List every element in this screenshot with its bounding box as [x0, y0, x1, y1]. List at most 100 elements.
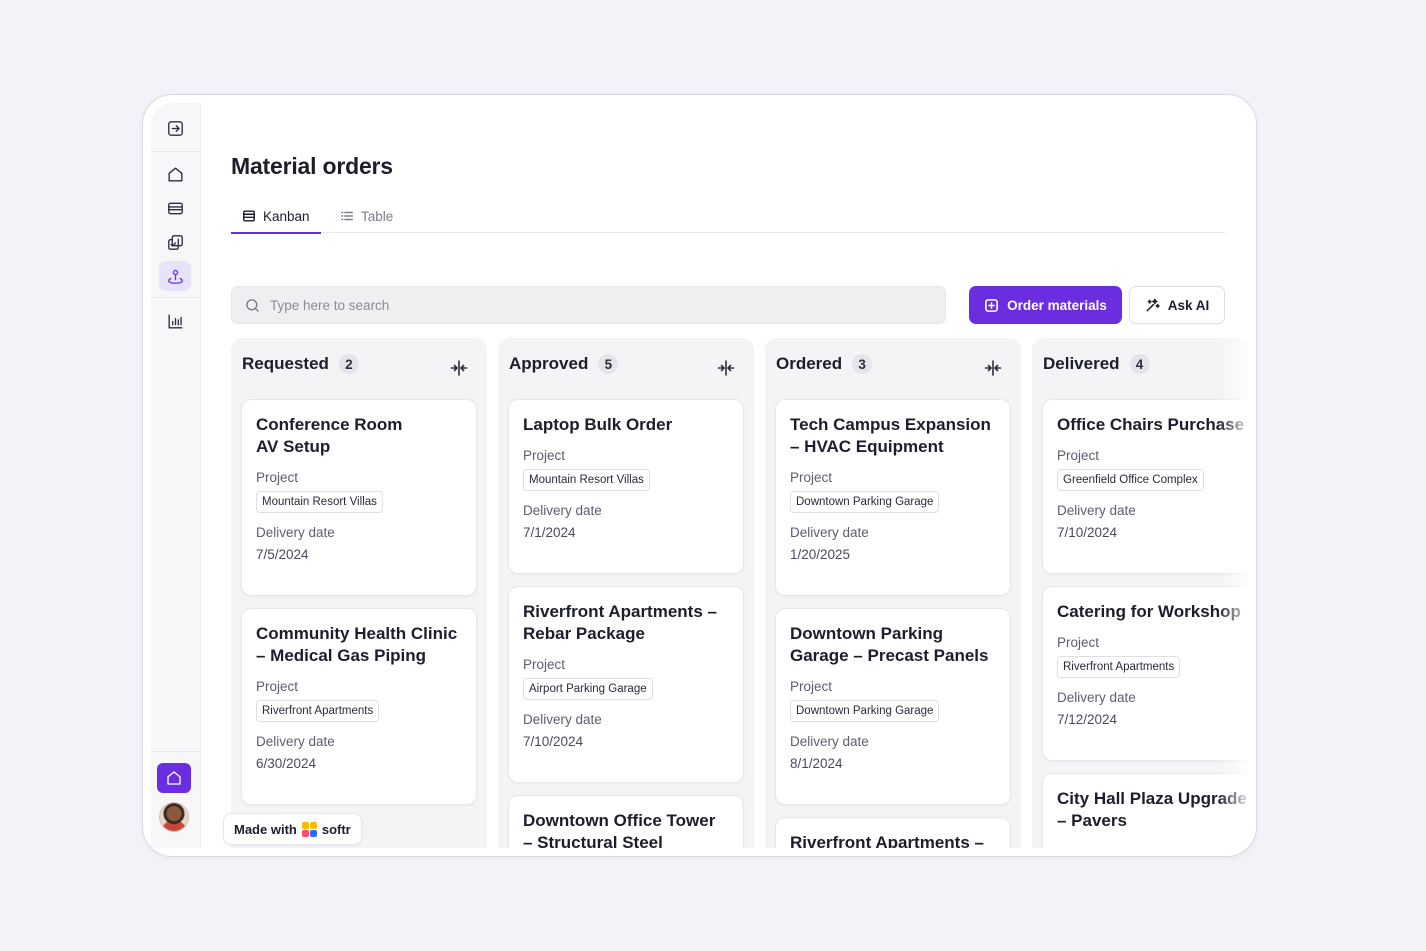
card-icon — [167, 202, 183, 214]
order-card[interactable]: Riverfront Apartments – — [775, 817, 1011, 848]
app-content: Material orders Kanban Table Order mater… — [151, 103, 1248, 848]
card-title: Laptop Bulk Order — [523, 415, 673, 434]
order-card[interactable]: Catering for Workshop Project Riverfront… — [1042, 586, 1248, 761]
card-title: Conference Room AV Setup — [256, 415, 403, 456]
card-title: Office Chairs Purchase — [1057, 415, 1245, 434]
delivery-date-value: 8/1/2024 — [790, 756, 843, 771]
delivery-date-value: 7/5/2024 — [256, 547, 309, 562]
card-title: Tech Campus Expansion – HVAC Equipment — [790, 415, 991, 456]
collapse-icon — [450, 360, 468, 376]
sidebar-item-tasks[interactable] — [159, 227, 191, 257]
tab-kanban-label: Kanban — [263, 208, 310, 224]
collapse-icon — [984, 360, 1002, 376]
delivery-date-label: Delivery date — [523, 712, 602, 727]
expand-sidebar-button[interactable] — [159, 113, 191, 143]
softr-brand-label: softr — [321, 821, 351, 837]
joystick-icon — [167, 269, 183, 284]
expand-sidebar-icon — [167, 120, 183, 136]
sidebar-item-material-orders[interactable] — [159, 261, 191, 291]
order-card[interactable]: Conference Room AV Setup Project Mountai… — [241, 399, 477, 596]
delivery-date-value: 7/10/2024 — [1057, 525, 1118, 540]
delivery-date-value: 6/30/2024 — [256, 756, 317, 771]
order-materials-label: Order materials — [1007, 297, 1107, 313]
column-header: Delivered 4 — [1043, 354, 1150, 374]
page-title: Material orders — [231, 153, 393, 179]
sidebar-divider — [151, 297, 201, 298]
ask-ai-button[interactable]: Ask AI — [1129, 286, 1225, 324]
column-title: Ordered — [776, 354, 843, 373]
column-header: Approved 5 — [509, 354, 619, 374]
app-window: Material orders Kanban Table Order mater… — [142, 94, 1257, 857]
column-title: Requested — [242, 354, 329, 373]
app-logo-icon — [167, 771, 181, 785]
project-label: Project — [1057, 448, 1100, 463]
order-card[interactable]: Downtown Office Tower – Structural Steel — [508, 795, 744, 848]
column-count-badge: 5 — [598, 354, 619, 374]
card-title: Community Health Clinic – Medical Gas Pi… — [256, 624, 458, 665]
card-title: Riverfront Apartments – — [790, 833, 984, 848]
order-card[interactable]: Riverfront Apartments – Rebar Package Pr… — [508, 586, 744, 783]
project-label: Project — [790, 679, 833, 694]
ask-ai-label: Ask AI — [1167, 297, 1210, 313]
project-label: Project — [256, 470, 299, 485]
made-with-softr-badge[interactable]: Made with softr — [223, 813, 362, 845]
kanban-icon — [243, 210, 255, 222]
column-header: Requested 2 — [242, 354, 359, 374]
delivery-date-value: 7/12/2024 — [1057, 712, 1118, 727]
delivery-date-value: 7/1/2024 — [523, 525, 576, 540]
collapse-column-button[interactable] — [449, 358, 469, 378]
project-tag: Downtown Parking Garage — [790, 700, 940, 722]
app-logo[interactable] — [157, 763, 191, 793]
plus-square-icon — [985, 298, 999, 312]
delivery-date-label: Delivery date — [256, 734, 335, 749]
delivery-date-label: Delivery date — [523, 503, 602, 518]
order-materials-button[interactable]: Order materials — [969, 286, 1122, 324]
softr-logo-icon — [301, 821, 317, 837]
order-card[interactable]: Tech Campus Expansion – HVAC Equipment P… — [775, 399, 1011, 596]
project-tag: Riverfront Apartments — [256, 700, 380, 722]
tab-kanban[interactable]: Kanban — [231, 199, 321, 234]
order-card[interactable]: Laptop Bulk Order Project Mountain Resor… — [508, 399, 744, 574]
home-icon — [167, 166, 183, 182]
bar-chart-icon — [167, 313, 183, 329]
sidebar-item-payments[interactable] — [159, 193, 191, 223]
order-card[interactable]: Office Chairs Purchase Project Greenfiel… — [1042, 399, 1248, 574]
delivery-date-value: 7/10/2024 — [523, 734, 584, 749]
tab-table-label: Table — [361, 208, 394, 224]
kanban-column-approved: Approved 5 Laptop Bulk Order Project Mou… — [498, 338, 754, 848]
user-avatar[interactable] — [159, 802, 189, 832]
column-header: Ordered 3 — [776, 354, 873, 374]
collapse-icon — [717, 360, 735, 376]
card-title: Catering for Workshop — [1057, 602, 1241, 621]
kanban-column-delivered: Delivered 4 Office Chairs Purchase Proje… — [1032, 338, 1248, 848]
order-card[interactable]: City Hall Plaza Upgrade – Pavers — [1042, 773, 1248, 848]
project-tag: Mountain Resort Villas — [256, 491, 383, 513]
search-input[interactable] — [270, 297, 870, 313]
column-count-badge: 2 — [338, 354, 359, 374]
delivery-date-label: Delivery date — [1057, 690, 1136, 705]
sidebar-divider — [151, 151, 201, 152]
sidebar-divider — [151, 751, 201, 752]
list-icon — [341, 211, 353, 221]
column-count-badge: 4 — [1129, 354, 1150, 374]
project-tag: Mountain Resort Villas — [523, 469, 650, 491]
search-icon — [246, 298, 259, 312]
search-bar[interactable] — [231, 286, 946, 324]
collapse-column-button[interactable] — [983, 358, 1003, 378]
sidebar — [151, 103, 201, 848]
order-card[interactable]: Community Health Clinic – Medical Gas Pi… — [241, 608, 477, 805]
delivery-date-label: Delivery date — [790, 525, 869, 540]
project-label: Project — [1057, 635, 1100, 650]
collapse-column-button[interactable] — [716, 358, 736, 378]
tab-table[interactable]: Table — [329, 199, 404, 233]
project-tag: Riverfront Apartments — [1057, 656, 1181, 678]
sidebar-item-home[interactable] — [159, 159, 191, 189]
sidebar-item-reports[interactable] — [159, 306, 191, 336]
kanban-column-requested: Requested 2 Conference Room AV Setup Pro… — [231, 338, 487, 848]
order-card[interactable]: Downtown Parking Garage – Precast Panels… — [775, 608, 1011, 805]
card-title: Downtown Office Tower – Structural Steel — [523, 811, 716, 848]
column-title: Approved — [509, 354, 589, 373]
project-tag: Downtown Parking Garage — [790, 491, 940, 513]
project-label: Project — [256, 679, 299, 694]
delivery-date-value: 1/20/2025 — [790, 547, 851, 562]
